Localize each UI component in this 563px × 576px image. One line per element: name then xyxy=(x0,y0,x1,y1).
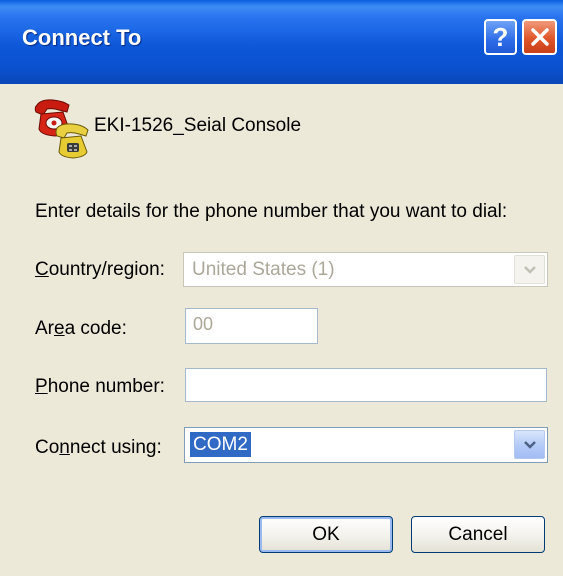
connect-using-label: Connect using: xyxy=(35,437,162,458)
connect-using-value: COM2 xyxy=(189,431,252,458)
cancel-button[interactable]: Cancel xyxy=(411,516,545,553)
area-code-field[interactable]: 00 xyxy=(185,308,318,344)
connect-using-dropdown-button[interactable] xyxy=(514,430,545,459)
dialog-body: EKI-1526_Seial Console Enter details for… xyxy=(0,84,563,576)
chevron-down-icon xyxy=(523,265,536,274)
phone-number-label: Phone number: xyxy=(35,376,165,397)
country-region-select[interactable]: United States (1) xyxy=(183,252,548,287)
title-bar: Connect To ? xyxy=(0,0,563,84)
connect-using-select[interactable]: COM2 xyxy=(184,427,548,463)
country-region-label: Country/region: xyxy=(35,259,165,280)
area-code-value: 00 xyxy=(193,314,214,334)
instruction-text: Enter details for the phone number that … xyxy=(35,201,508,222)
phone-number-field[interactable] xyxy=(185,368,547,402)
country-dropdown-button[interactable] xyxy=(514,255,545,284)
connection-name: EKI-1526_Seial Console xyxy=(94,115,302,136)
help-button[interactable]: ? xyxy=(484,19,517,55)
ok-button[interactable]: OK xyxy=(259,516,393,553)
phone-icon xyxy=(34,99,89,159)
close-icon xyxy=(530,28,549,46)
window-title: Connect To xyxy=(22,25,142,50)
close-button[interactable] xyxy=(522,19,557,55)
chevron-down-icon xyxy=(523,440,536,449)
area-code-label: Area code: xyxy=(35,318,127,339)
connect-to-dialog: Connect To ? EKI-1526_Seial Console Ente… xyxy=(0,0,563,576)
country-region-value: United States (1) xyxy=(192,259,335,280)
help-icon: ? xyxy=(492,21,509,52)
